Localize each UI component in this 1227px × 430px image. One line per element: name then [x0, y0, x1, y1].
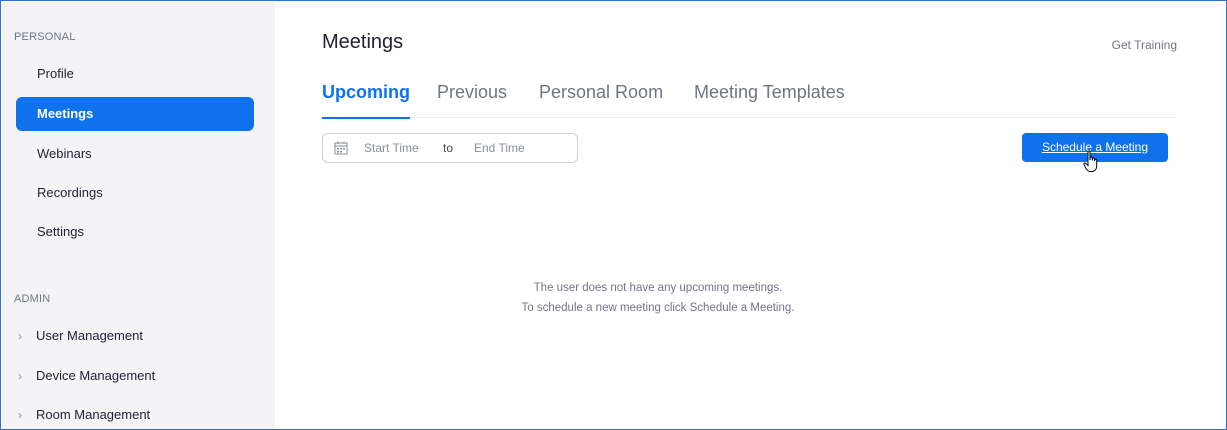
empty-state-line-1: The user does not have any upcoming meet… [533, 282, 783, 294]
tab-meeting-templates[interactable]: Meeting Templates [694, 82, 845, 118]
sidebar-item-label: Room Management [36, 407, 151, 422]
hand-cursor-icon [1083, 150, 1098, 172]
empty-state-message: The user does not have any upcoming meet… [275, 278, 1226, 318]
main-content: Meetings Get Training Upcoming Previous … [275, 2, 1226, 429]
personal-section-title: PERSONAL [14, 31, 76, 43]
chevron-right-icon: › [18, 369, 22, 383]
sidebar-item-profile[interactable]: Profile [16, 57, 254, 91]
app-window: PERSONAL Profile Meetings Webinars Recor… [0, 0, 1227, 430]
sidebar-item-user-management[interactable]: › User Management [16, 319, 254, 353]
sidebar-item-label: Device Management [36, 368, 156, 383]
page-title: Meetings [322, 31, 404, 53]
sidebar-item-device-management[interactable]: › Device Management [16, 359, 254, 393]
tab-upcoming[interactable]: Upcoming [322, 82, 410, 119]
sidebar-item-webinars[interactable]: Webinars [16, 137, 254, 171]
sidebar-item-meetings[interactable]: Meetings [16, 97, 254, 131]
sidebar-item-recordings[interactable]: Recordings [16, 176, 254, 210]
sidebar-item-settings[interactable]: Settings [16, 215, 254, 249]
tab-personal-room[interactable]: Personal Room [539, 82, 663, 118]
sidebar-item-room-management[interactable]: › Room Management [16, 398, 254, 429]
admin-section-title: ADMIN [14, 293, 51, 305]
date-range-picker[interactable]: Start Time to End Time [322, 133, 578, 163]
sidebar-item-label: User Management [36, 328, 143, 343]
meeting-tabs: Upcoming Previous Personal Room Meeting … [322, 82, 1176, 119]
get-training-link[interactable]: Get Training [1112, 38, 1177, 52]
chevron-right-icon: › [18, 329, 22, 343]
start-time-input[interactable]: Start Time [364, 141, 419, 155]
to-label: to [443, 141, 454, 155]
tab-previous[interactable]: Previous [437, 82, 507, 118]
calendar-icon [334, 141, 348, 155]
sidebar: PERSONAL Profile Meetings Webinars Recor… [2, 2, 275, 429]
empty-state-line-2: To schedule a new meeting click Schedule… [521, 302, 795, 314]
end-time-input[interactable]: End Time [474, 141, 525, 155]
chevron-right-icon: › [18, 408, 22, 422]
